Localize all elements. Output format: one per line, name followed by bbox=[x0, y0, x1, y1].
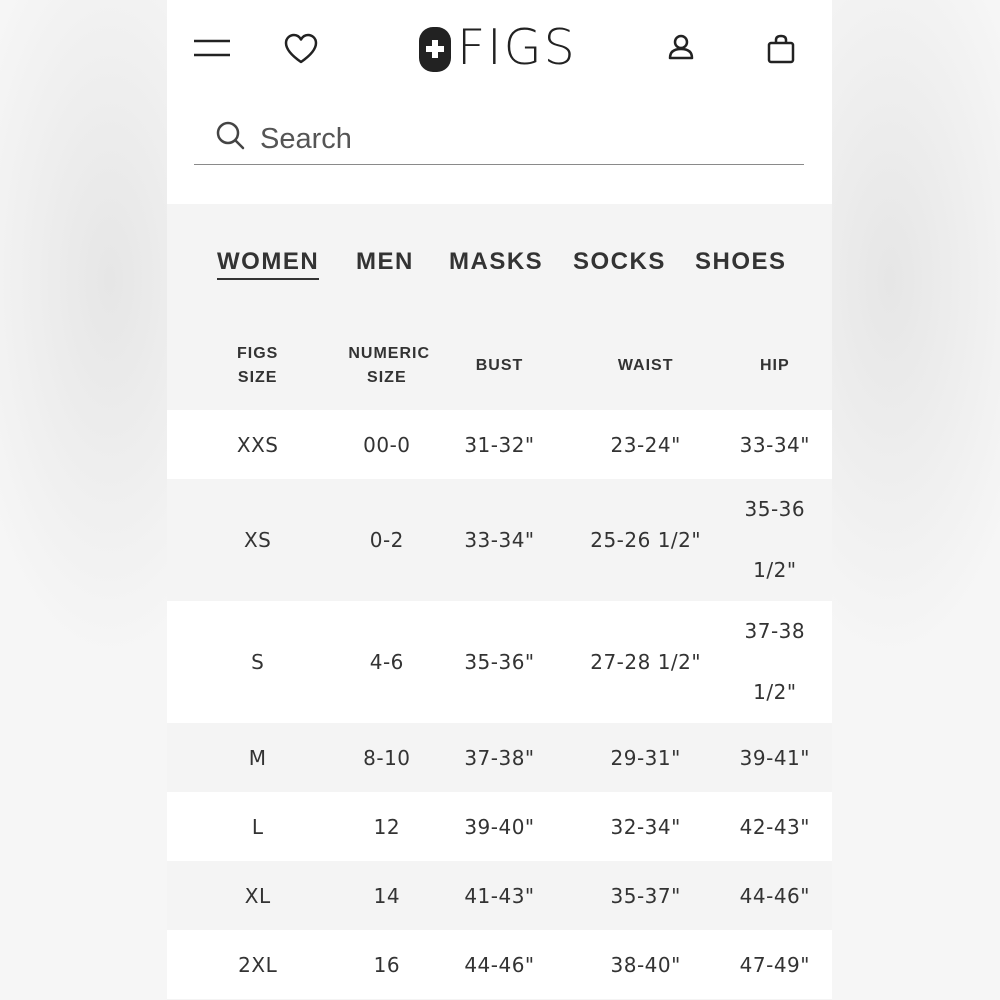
cell-numeric-size: 12 bbox=[373, 814, 401, 839]
cell-figs-size: XXS bbox=[236, 432, 279, 457]
cell-bust: 31-32" bbox=[464, 432, 535, 457]
table-header-row: FIGS SIZE NUMERIC SIZE BUST WAIST HIP bbox=[167, 322, 832, 410]
header-figs-size-line1: FIGS bbox=[237, 345, 279, 362]
figs-logo[interactable]: FIGS bbox=[419, 20, 579, 76]
figs-cross-logo-icon bbox=[419, 27, 451, 72]
cell-bust: 37-38" bbox=[464, 745, 535, 770]
cell-figs-size: M bbox=[248, 745, 267, 770]
cell-waist: 29-31" bbox=[610, 745, 681, 770]
cell-hip: 37-38 1/2" bbox=[718, 601, 832, 723]
cell-numeric-size: 0-2 bbox=[369, 528, 404, 552]
cell-waist: 38-40" bbox=[610, 952, 681, 977]
tab-men[interactable]: MEN bbox=[356, 248, 414, 278]
header-hip: HIP bbox=[759, 357, 790, 374]
cell-numeric-size: 00-0 bbox=[363, 432, 411, 457]
cell-numeric-size: 4-6 bbox=[369, 650, 404, 674]
cell-hip: 33-34" bbox=[739, 432, 810, 457]
cell-numeric-size: 8-10 bbox=[363, 745, 411, 770]
cell-hip-line1: 35-36 bbox=[744, 497, 806, 521]
tab-shoes[interactable]: SHOES bbox=[695, 248, 787, 278]
cell-figs-size: 2XL bbox=[238, 952, 278, 977]
menu-icon[interactable] bbox=[193, 36, 231, 62]
cell-hip: 39-41" bbox=[739, 745, 810, 770]
cell-waist: 32-34" bbox=[610, 814, 681, 839]
cell-hip: 44-46" bbox=[739, 883, 810, 908]
table-row: M 8-10 37-38" 29-31" 39-41" bbox=[167, 723, 832, 792]
search-input[interactable] bbox=[258, 118, 782, 160]
cell-numeric-size: 14 bbox=[373, 883, 401, 908]
header-numeric-size: NUMERIC SIZE bbox=[348, 322, 429, 410]
cell-hip: 35-36 1/2" bbox=[718, 479, 832, 601]
cell-figs-size: XS bbox=[243, 528, 272, 552]
cell-bust: 35-36" bbox=[464, 650, 535, 674]
table-row: XL 14 41-43" 35-37" 44-46" bbox=[167, 861, 832, 930]
table-row: XS 0-2 33-34" 25-26 1/2" 35-36 1/2" bbox=[167, 479, 832, 601]
search-icon[interactable] bbox=[216, 121, 246, 151]
table-row: XXS 00-0 31-32" 23-24" 33-34" bbox=[167, 410, 832, 479]
table-row: 2XL 16 44-46" 38-40" 47-49" bbox=[167, 930, 832, 999]
cell-figs-size: XL bbox=[244, 883, 271, 908]
cell-numeric-size: 16 bbox=[373, 952, 401, 977]
header-figs-size-line2: SIZE bbox=[237, 369, 278, 386]
account-icon[interactable] bbox=[667, 34, 695, 60]
header-numeric-size-line2: SIZE bbox=[367, 369, 407, 386]
cell-waist: 25-26 1/2" bbox=[590, 528, 702, 552]
shopping-bag-icon[interactable] bbox=[767, 34, 795, 64]
tab-socks[interactable]: SOCKS bbox=[573, 248, 666, 278]
table-row: S 4-6 35-36" 27-28 1/2" 37-38 1/2" bbox=[167, 601, 832, 723]
cell-hip: 47-49" bbox=[739, 952, 810, 977]
tab-women[interactable]: WOMEN bbox=[217, 248, 320, 280]
tab-masks[interactable]: MASKS bbox=[449, 248, 543, 278]
cell-bust: 39-40" bbox=[464, 814, 535, 839]
brand-name: FIGS bbox=[457, 19, 577, 76]
header-bust: BUST bbox=[475, 357, 524, 374]
header-figs-size: FIGS SIZE bbox=[167, 322, 348, 410]
heart-icon[interactable] bbox=[284, 33, 318, 65]
table-row: L 12 39-40" 32-34" 42-43" bbox=[167, 792, 832, 861]
cell-bust: 44-46" bbox=[464, 952, 535, 977]
cell-hip-line1: 37-38 bbox=[744, 619, 806, 643]
cell-waist: 35-37" bbox=[610, 883, 681, 908]
cell-hip-line2: 1/2" bbox=[753, 680, 797, 704]
cell-hip-line2: 1/2" bbox=[753, 558, 797, 582]
site-header: FIGS bbox=[167, 0, 832, 204]
size-chart-table: FIGS SIZE NUMERIC SIZE BUST WAIST HIP XX… bbox=[167, 322, 832, 999]
cell-bust: 41-43" bbox=[464, 883, 535, 908]
cell-waist: 23-24" bbox=[610, 432, 681, 457]
cell-bust: 33-34" bbox=[464, 528, 535, 552]
cell-figs-size: S bbox=[251, 650, 265, 674]
header-numeric-size-line1: NUMERIC bbox=[348, 345, 431, 362]
category-tabs: WOMEN MEN MASKS SOCKS SHOES bbox=[167, 240, 832, 290]
mobile-page: FIGS WOMEN MEN MASKS SOCKS SHOES bbox=[167, 0, 832, 1000]
header-waist: WAIST bbox=[617, 357, 674, 374]
cell-hip: 42-43" bbox=[739, 814, 810, 839]
cell-figs-size: L bbox=[251, 814, 264, 839]
search-bar[interactable] bbox=[194, 110, 804, 165]
cell-waist: 27-28 1/2" bbox=[590, 650, 702, 674]
